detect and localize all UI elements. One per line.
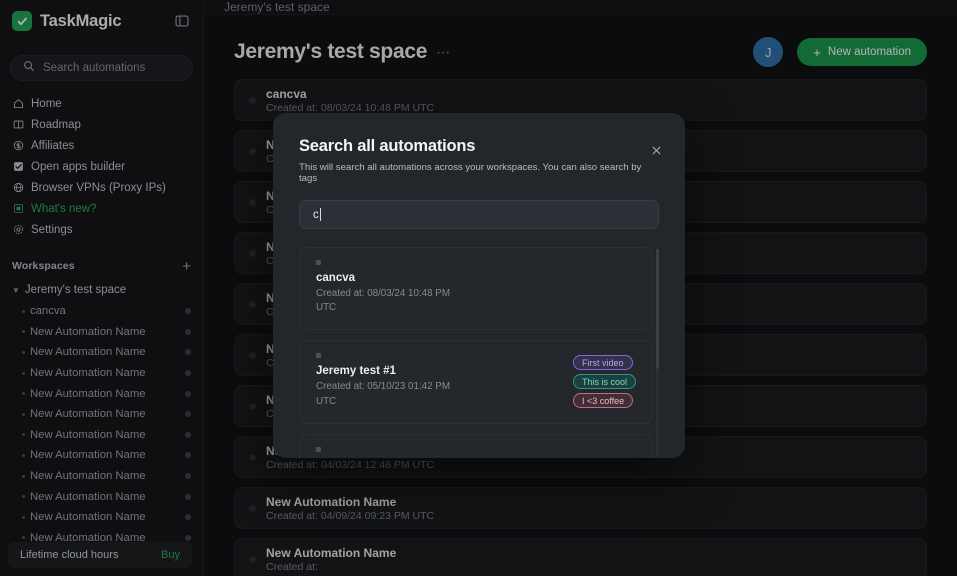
result-created: Created at: 08/03/24 10:48 PM UTC xyxy=(316,288,450,314)
result-title: cancva xyxy=(316,272,356,284)
status-badge: First video xyxy=(572,355,633,371)
status-badge: This is cool xyxy=(572,374,636,390)
list-item[interactable]: Jeremy test #1 Created at: 05/10/23 01:4… xyxy=(299,340,653,424)
result-created: Created at: 05/10/23 01:42 PM UTC xyxy=(316,381,450,407)
app-root: TaskMagic Search automations Home Roadma… xyxy=(0,0,957,576)
status-badge: I <3 coffee xyxy=(572,393,634,409)
text-caret xyxy=(319,208,321,221)
list-item[interactable]: cancva Created at: 08/03/24 10:48 PM UTC xyxy=(299,247,653,331)
automation-icon xyxy=(316,353,321,359)
result-title: Jeremy test #1 xyxy=(316,365,396,378)
automation-icon xyxy=(316,260,321,265)
close-icon[interactable] xyxy=(649,143,663,157)
search-results: cancva Created at: 08/03/24 10:48 PM UTC… xyxy=(299,247,659,458)
modal-subtitle: This will search all automations across … xyxy=(299,162,642,184)
list-item[interactable]: post comment on a blog Created at: Inval… xyxy=(299,433,653,458)
search-input[interactable]: c xyxy=(299,200,659,229)
modal-title: Search all automations xyxy=(299,137,476,155)
search-all-automations-modal: Search all automations This will search … xyxy=(273,113,685,458)
modal-header: Search all automations This will search … xyxy=(273,113,685,184)
tag-list: First video This is cool I <3 coffee xyxy=(572,353,636,409)
automation-icon xyxy=(316,446,321,452)
search-input-value: c xyxy=(313,208,319,221)
scrollbar-thumb[interactable] xyxy=(656,249,659,369)
